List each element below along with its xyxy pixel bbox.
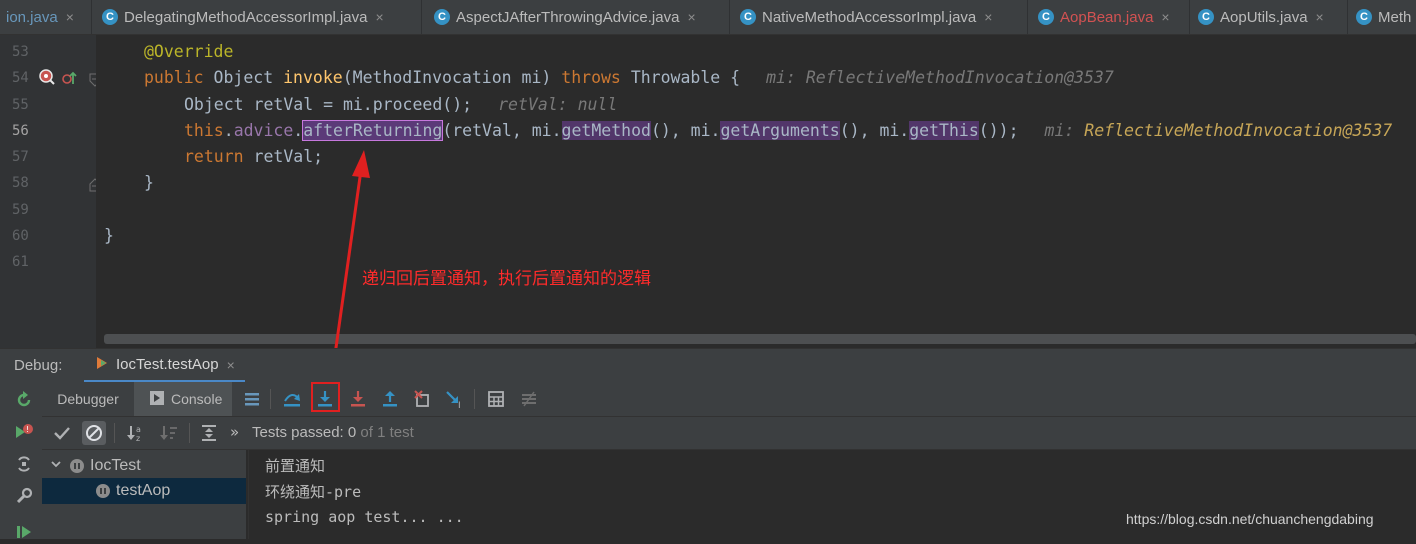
trace-icon[interactable]: [517, 387, 541, 411]
console-line: 前置通知: [265, 457, 326, 475]
test-status: Tests passed: 0 of 1 test: [252, 424, 414, 441]
test-runner-toolbar: az » Tests passed: 0 of 1 test: [42, 417, 1416, 450]
close-icon[interactable]: ×: [227, 357, 235, 373]
session-label: IocTest.testAop: [116, 356, 219, 373]
svg-text:!: !: [26, 425, 29, 434]
test-tree: IocTest testAop: [42, 450, 246, 539]
debug-session-tab[interactable]: IocTest.testAop ×: [84, 349, 245, 383]
svg-text:a: a: [136, 425, 141, 434]
tab-console-label: Console: [171, 391, 223, 407]
toolbar-separator: [270, 389, 271, 409]
sort-alphabetically-icon[interactable]: az: [124, 421, 148, 445]
rerun-icon[interactable]: [12, 388, 36, 412]
force-step-into-icon[interactable]: [346, 387, 370, 411]
paused-test-icon: [70, 459, 84, 473]
expand-all-icon[interactable]: [197, 421, 221, 445]
run-to-cursor-icon[interactable]: I: [443, 387, 467, 411]
svg-text:I: I: [458, 401, 461, 408]
wrench-icon[interactable]: [12, 484, 36, 508]
svg-text:z: z: [136, 434, 140, 442]
drop-frame-icon[interactable]: [411, 387, 435, 411]
tests-passed-label: Tests passed:: [252, 424, 344, 441]
step-out-icon[interactable]: [378, 387, 402, 411]
sort-by-duration-icon[interactable]: [157, 421, 181, 445]
debug-label: Debug:: [14, 357, 63, 374]
toggle-auto-test-icon[interactable]: [12, 452, 36, 476]
tree-node-testaop[interactable]: testAop: [42, 478, 246, 504]
watermark: https://blog.csdn.net/chuanchengdabing: [1126, 511, 1374, 527]
tests-passed-count: 0: [347, 424, 357, 441]
resume-icon[interactable]: [12, 520, 36, 544]
rerun-failed-tests-icon[interactable]: !: [12, 420, 36, 444]
tree-node-ioctest[interactable]: IocTest: [42, 453, 246, 479]
debug-side-toolbar: !: [0, 382, 43, 539]
tests-total: of 1 test: [360, 424, 414, 441]
paused-test-icon: [96, 484, 110, 498]
show-passed-icon[interactable]: [50, 421, 74, 445]
tab-debugger[interactable]: Debugger: [42, 382, 134, 416]
step-over-icon[interactable]: [280, 387, 304, 411]
show-execution-point-icon[interactable]: [240, 387, 264, 411]
toolbar-separator: [114, 423, 115, 443]
run-config-icon: [94, 355, 110, 375]
tab-console[interactable]: Console: [134, 382, 232, 416]
debug-header: Debug: IocTest.testAop ×: [0, 348, 1416, 383]
toolbar-separator: [189, 423, 190, 443]
tree-node-label: testAop: [116, 482, 171, 499]
more-chevron[interactable]: »: [230, 423, 239, 441]
show-ignored-icon[interactable]: [82, 421, 106, 445]
tree-node-label: IocTest: [90, 457, 141, 474]
annotation-highlight-box: [311, 382, 340, 412]
debugger-toolbar: Debugger Console I: [42, 382, 1416, 417]
console-line: spring aop test... ...: [265, 508, 464, 526]
toolbar-separator: [474, 389, 475, 409]
expand-arrow-icon[interactable]: [50, 457, 64, 475]
console-line: 环绕通知-pre: [265, 483, 362, 501]
evaluate-expression-icon[interactable]: [484, 387, 508, 411]
console-icon: [150, 390, 164, 408]
